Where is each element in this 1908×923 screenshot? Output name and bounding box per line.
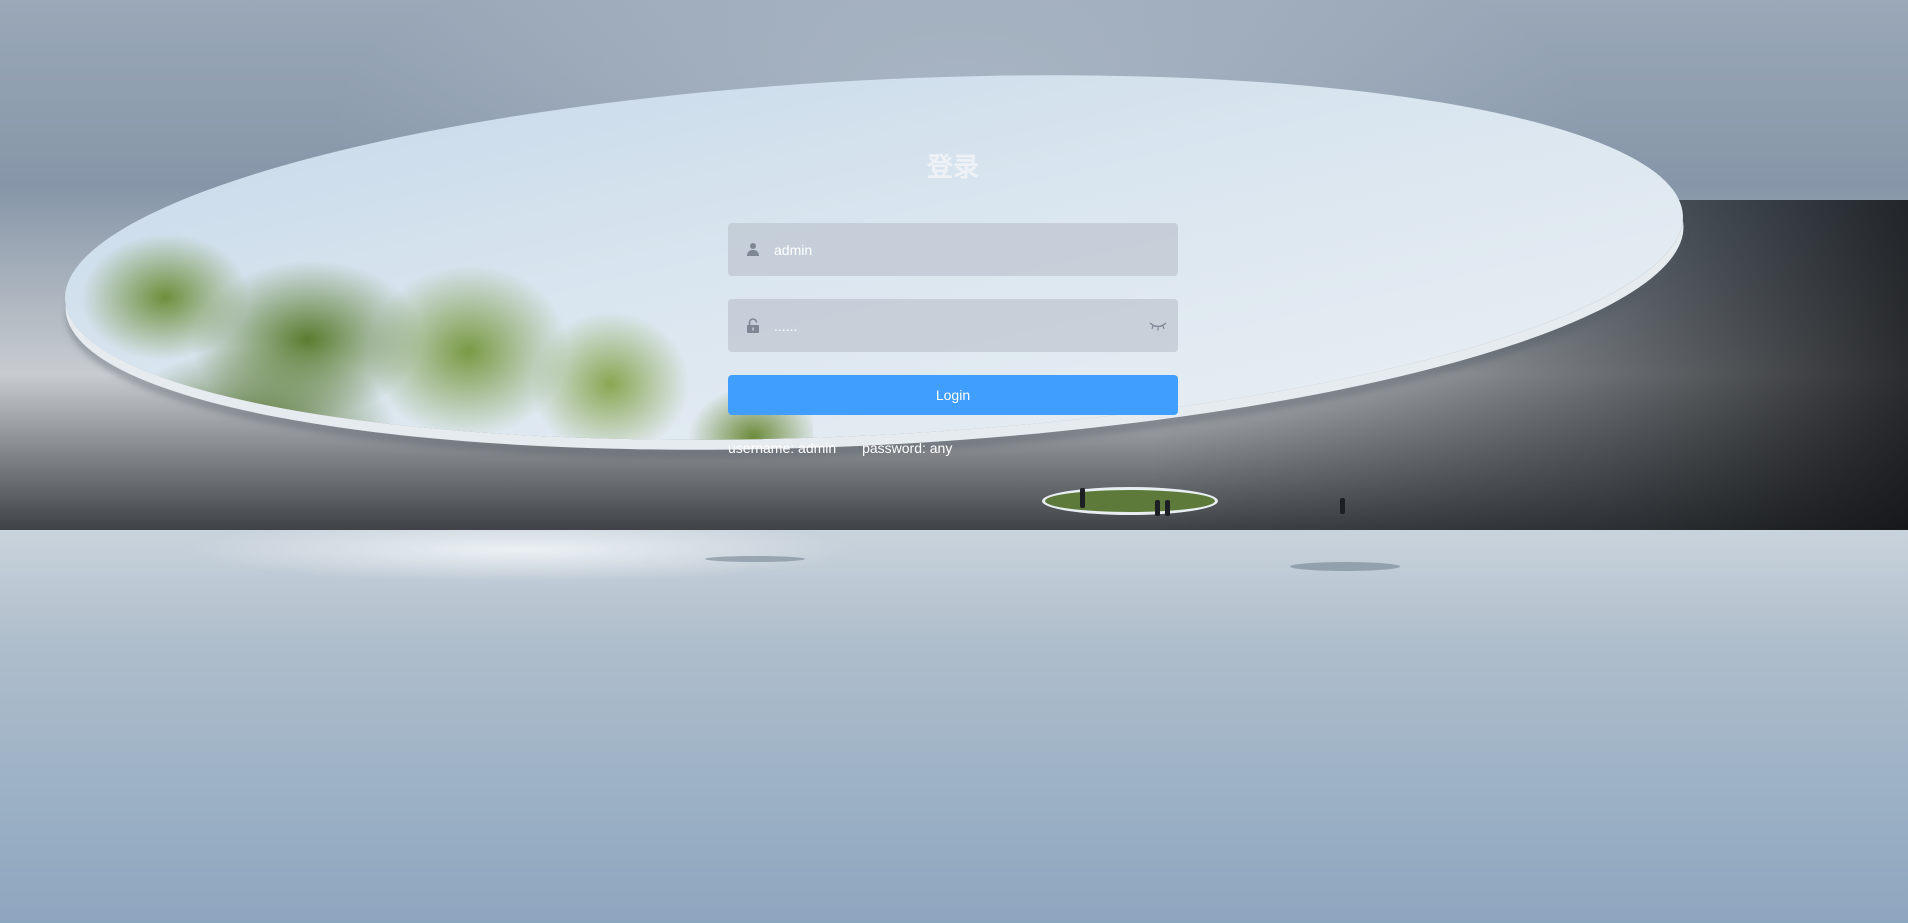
page-title: 登录 <box>926 153 979 183</box>
eye-closed-icon[interactable] <box>1148 316 1168 336</box>
password-input[interactable] <box>773 299 1134 352</box>
login-button[interactable]: Login <box>728 375 1178 415</box>
puddle <box>1290 562 1400 571</box>
login-tips: username: admin password: any <box>728 438 1178 458</box>
floor <box>0 530 1908 923</box>
lock-icon <box>743 315 763 335</box>
trees <box>55 143 816 478</box>
puddle <box>705 556 805 562</box>
login-form: 登录 Login use <box>728 150 1178 458</box>
password-field[interactable] <box>728 299 1178 352</box>
username-field[interactable] <box>728 223 1178 276</box>
username-tip: username: admin <box>728 440 837 456</box>
person-figure <box>1155 500 1160 516</box>
person-figure <box>1340 498 1345 514</box>
password-tip: password: any <box>862 440 953 456</box>
person-figure <box>1080 488 1085 508</box>
background-scene <box>0 0 1908 923</box>
username-input[interactable] <box>773 223 1134 276</box>
far-opening <box>1045 490 1215 512</box>
user-icon <box>743 239 763 259</box>
person-figure <box>1165 500 1170 516</box>
